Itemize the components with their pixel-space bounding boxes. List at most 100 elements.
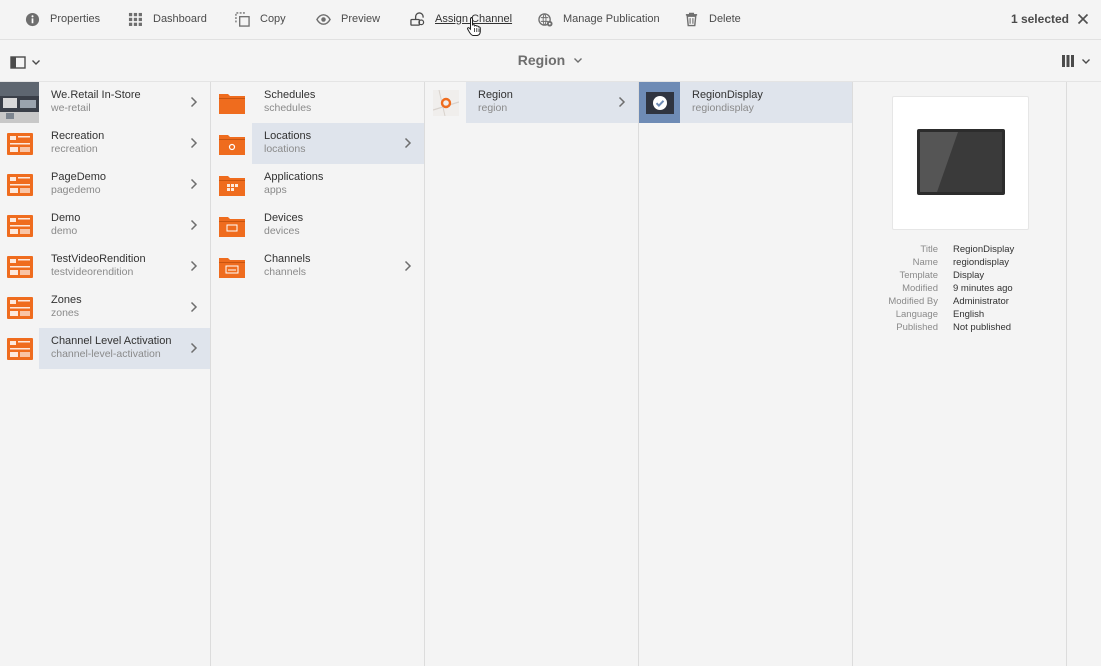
property-row: Name regiondisplay: [870, 256, 1070, 269]
item-title: Zones: [51, 294, 82, 306]
manage-publication-icon: [538, 12, 553, 27]
action-bar: Properties Dashboard Copy Preview Assign…: [0, 0, 1101, 40]
property-value: regiondisplay: [953, 257, 1009, 268]
item-title: We.Retail In-Store: [51, 89, 141, 101]
property-row: Modified By Administrator: [870, 295, 1070, 308]
dashboard-grid-icon: [128, 12, 142, 26]
property-key: Modified: [902, 283, 938, 294]
property-key: Published: [896, 322, 938, 333]
list-item-text: Applications apps: [252, 164, 424, 205]
list-item-text: Zones zones: [39, 287, 210, 328]
chevron-right-icon: [190, 178, 198, 190]
chevron-right-icon: [618, 96, 626, 108]
manage-publication-button[interactable]: Manage Publication: [538, 0, 660, 38]
preview-label: Preview: [341, 13, 381, 25]
item-title: Region: [478, 89, 513, 101]
close-icon[interactable]: [1077, 13, 1089, 25]
project-thumbnail-icon: [6, 337, 33, 360]
list-item[interactable]: Zones zones: [0, 287, 210, 328]
property-value: Display: [953, 270, 985, 281]
project-thumbnail-icon: [6, 296, 33, 319]
list-item[interactable]: RegionDisplay regiondisplay: [639, 82, 852, 123]
item-title: Devices: [264, 212, 304, 224]
properties-button[interactable]: Properties: [25, 0, 100, 38]
display-thumbnail[interactable]: [639, 82, 680, 123]
display-thumbnail-icon: [645, 91, 674, 114]
chevron-right-icon: [190, 260, 198, 272]
property-row: Modified 9 minutes ago: [870, 282, 1070, 295]
projects-column: We.Retail In-Store we-retail Recreation …: [0, 82, 211, 666]
list-item-text: Locations locations: [252, 123, 424, 164]
trash-icon: [685, 12, 698, 26]
list-item[interactable]: Recreation recreation: [0, 123, 210, 164]
delete-button[interactable]: Delete: [684, 0, 741, 38]
list-item[interactable]: Channel Level Activation channel-level-a…: [0, 328, 210, 369]
list-item-text: Schedules schedules: [252, 82, 424, 123]
list-item[interactable]: Schedules schedules: [211, 82, 424, 123]
eye-icon: [316, 13, 331, 25]
item-name: channels: [264, 266, 307, 278]
hand-cursor-icon: [466, 17, 481, 36]
list-item[interactable]: PageDemo pagedemo: [0, 164, 210, 205]
list-item[interactable]: Applications apps: [211, 164, 424, 205]
list-item[interactable]: Demo demo: [0, 205, 210, 246]
property-row: Published Not published: [870, 321, 1070, 334]
info-icon: [25, 12, 40, 26]
delete-label: Delete: [709, 13, 741, 25]
list-item[interactable]: Devices devices: [211, 205, 424, 246]
item-name: region: [478, 102, 508, 114]
item-name: pagedemo: [51, 184, 101, 196]
location-folder-icon: [218, 134, 245, 155]
dashboard-button[interactable]: Dashboard: [128, 0, 207, 38]
assign-channel-button[interactable]: Assign Channel: [410, 0, 512, 38]
property-row: Title RegionDisplay: [870, 243, 1070, 256]
chevron-right-icon: [190, 96, 198, 108]
list-item[interactable]: Region region: [425, 82, 638, 123]
item-name: apps: [264, 184, 287, 196]
list-item[interactable]: We.Retail In-Store we-retail: [0, 82, 210, 123]
item-name: regiondisplay: [692, 102, 754, 114]
selection-count: 1 selected: [1010, 12, 1069, 26]
location-icon: [432, 89, 459, 116]
properties-label: Properties: [50, 13, 101, 25]
list-item-text: TestVideoRendition testvideorendition: [39, 246, 210, 287]
property-value: 9 minutes ago: [953, 283, 1013, 294]
chevron-right-icon: [404, 137, 412, 149]
store-photo-thumbnail-icon: [0, 82, 39, 123]
property-key: Template: [899, 270, 938, 281]
list-item[interactable]: Locations locations: [211, 123, 424, 164]
list-item-text: PageDemo pagedemo: [39, 164, 210, 205]
view-switcher[interactable]: [1061, 54, 1091, 68]
apps-folder-icon: [218, 175, 245, 196]
folder-thumbnail: [211, 82, 252, 123]
display-preview-image: [917, 129, 1005, 195]
folder-thumbnail: [211, 205, 252, 246]
properties-list: Title RegionDisplay Name regiondisplay Tem…: [870, 243, 1070, 334]
property-key: Title: [920, 244, 938, 255]
devices-folder-icon: [218, 216, 245, 237]
copy-button[interactable]: Copy: [235, 0, 286, 38]
item-title: Recreation: [51, 130, 105, 142]
property-key: Language: [895, 309, 938, 320]
preview-card: [892, 96, 1029, 230]
preview-button[interactable]: Preview: [316, 0, 380, 38]
list-item-text: Demo demo: [39, 205, 210, 246]
list-item[interactable]: Channels channels: [211, 246, 424, 287]
property-value: Administrator: [953, 296, 1009, 307]
item-title: Channel Level Activation: [51, 335, 172, 347]
breadcrumb-dropdown[interactable]: Region: [518, 52, 583, 68]
sub-toolbar: Region: [0, 40, 1101, 82]
manage-publication-label: Manage Publication: [563, 13, 660, 25]
item-name: demo: [51, 225, 78, 237]
chevron-down-icon: [574, 58, 583, 63]
folder-icon: [218, 93, 245, 114]
region-column: RegionDisplay regiondisplay: [639, 82, 853, 666]
property-value: English: [953, 309, 985, 320]
list-item-text: Recreation recreation: [39, 123, 210, 164]
page-title: Region: [517, 52, 566, 68]
item-title: TestVideoRendition: [51, 253, 146, 265]
list-item-text: Devices devices: [252, 205, 424, 246]
copy-icon: [235, 11, 250, 27]
list-item[interactable]: TestVideoRendition testvideorendition: [0, 246, 210, 287]
project-thumbnail-icon: [6, 132, 33, 155]
